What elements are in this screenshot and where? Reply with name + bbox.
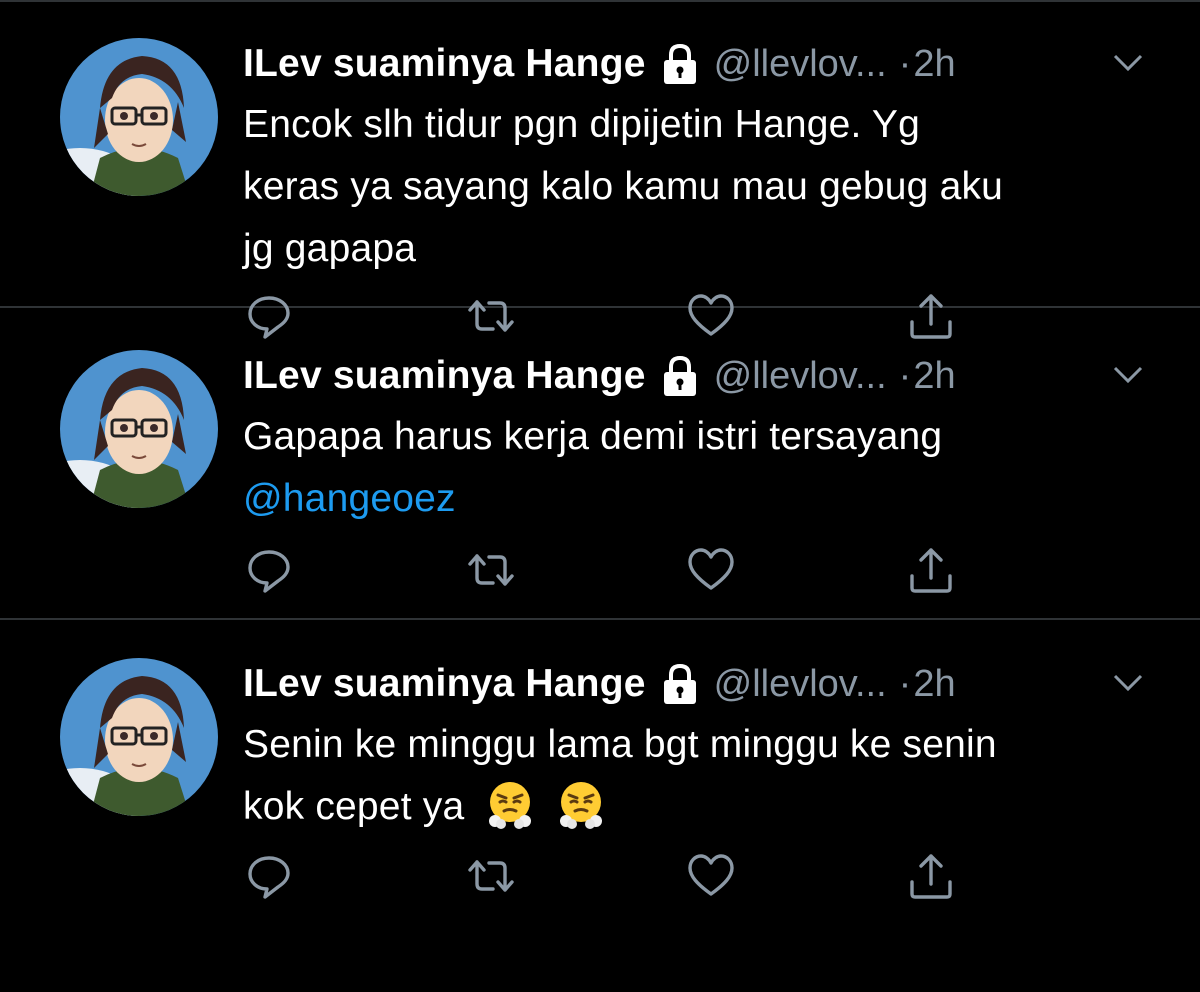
- mention-link[interactable]: @hangeoez: [243, 477, 456, 520]
- tweet-text-line: jg gapapa: [243, 227, 417, 270]
- tweet-text: Encok slh tidur pgn dipijetin Hange. Yg …: [243, 94, 1163, 280]
- face-with-steam-from-nose-emoji: [485, 779, 535, 829]
- tweet-text-line: keras ya sayang kalo kamu mau gebug aku: [243, 165, 1004, 208]
- handle[interactable]: @llevlov...: [714, 663, 887, 706]
- retweet-icon[interactable]: [467, 292, 515, 340]
- chevron-down-icon[interactable]: [1112, 52, 1144, 74]
- tweet-header: ILev suaminya Hange @llevlov... · 2h: [243, 348, 1153, 404]
- face-with-steam-from-nose-emoji: [556, 779, 606, 829]
- heart-icon[interactable]: [687, 852, 735, 900]
- action-bar: [245, 852, 965, 900]
- display-name[interactable]: ILev suaminya Hange: [243, 662, 646, 706]
- display-name[interactable]: ILev suaminya Hange: [243, 354, 646, 398]
- handle[interactable]: @llevlov...: [714, 43, 887, 86]
- share-icon[interactable]: [907, 852, 955, 900]
- timestamp[interactable]: 2h: [913, 663, 955, 706]
- avatar[interactable]: [60, 38, 218, 196]
- avatar[interactable]: [60, 658, 218, 816]
- lock-icon: [660, 43, 700, 85]
- retweet-icon[interactable]: [467, 852, 515, 900]
- tweet-header: ILev suaminya Hange @llevlov... · 2h: [243, 36, 1153, 92]
- tweet-header: ILev suaminya Hange @llevlov... · 2h: [243, 656, 1153, 712]
- handle[interactable]: @llevlov...: [714, 355, 887, 398]
- tweet[interactable]: ILev suaminya Hange @llevlov... · 2h Enc…: [0, 0, 1200, 339]
- reply-icon[interactable]: [245, 852, 293, 900]
- tweet[interactable]: ILev suaminya Hange @llevlov... · 2h Sen…: [0, 620, 1200, 992]
- separator: ·: [898, 662, 912, 705]
- reply-icon[interactable]: [245, 546, 293, 594]
- chevron-down-icon[interactable]: [1112, 672, 1144, 694]
- tweet-text: Senin ke minggu lama bgt minggu ke senin…: [243, 714, 1163, 838]
- avatar[interactable]: [60, 350, 218, 508]
- separator: ·: [898, 354, 912, 397]
- share-icon[interactable]: [907, 292, 955, 340]
- tweet-text-line: Gapapa harus kerja demi istri tersayang: [243, 415, 943, 458]
- timestamp[interactable]: 2h: [913, 355, 955, 398]
- retweet-icon[interactable]: [467, 546, 515, 594]
- tweet-text-line: Encok slh tidur pgn dipijetin Hange. Yg: [243, 103, 921, 146]
- display-name[interactable]: ILev suaminya Hange: [243, 42, 646, 86]
- chevron-down-icon[interactable]: [1112, 364, 1144, 386]
- tweet-text-line: kok cepet ya: [243, 785, 465, 828]
- timestamp[interactable]: 2h: [913, 43, 955, 86]
- reply-icon[interactable]: [245, 292, 293, 340]
- lock-icon: [660, 663, 700, 705]
- heart-icon[interactable]: [687, 292, 735, 340]
- tweet[interactable]: ILev suaminya Hange @llevlov... · 2h Gap…: [0, 312, 1200, 620]
- share-icon[interactable]: [907, 546, 955, 594]
- tweet-text: Gapapa harus kerja demi istri tersayang …: [243, 406, 1163, 530]
- separator: ·: [898, 42, 912, 85]
- action-bar: [245, 292, 965, 340]
- action-bar: [245, 546, 965, 594]
- heart-icon[interactable]: [687, 546, 735, 594]
- tweet-text-line: Senin ke minggu lama bgt minggu ke senin: [243, 723, 997, 766]
- lock-icon: [660, 355, 700, 397]
